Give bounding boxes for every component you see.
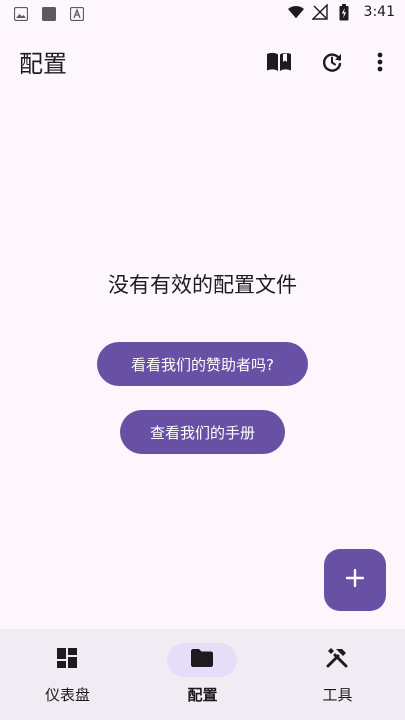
square-notification-icon <box>41 6 57 22</box>
book-icon <box>265 50 293 78</box>
status-time: 3:41 <box>363 4 395 20</box>
dashboard-icon <box>56 647 78 673</box>
view-manual-button[interactable]: 查看我们的手册 <box>120 410 285 454</box>
image-notification-icon <box>13 6 29 22</box>
wifi-icon <box>287 4 304 20</box>
nav-indicator <box>302 643 372 677</box>
nav-item-dashboard[interactable]: 仪表盘 <box>0 629 135 720</box>
nav-item-tools[interactable]: 工具 <box>270 629 405 720</box>
more-options-button[interactable] <box>364 48 396 80</box>
plus-icon <box>345 568 365 591</box>
bottom-navigation: 仪表盘 配置 工具 <box>0 629 405 720</box>
more-vert-icon <box>377 52 383 76</box>
nav-label-dashboard: 仪表盘 <box>44 686 90 704</box>
nav-label-config: 配置 <box>187 686 218 704</box>
refresh-history-icon <box>320 50 344 78</box>
add-profile-button[interactable] <box>324 549 386 611</box>
folder-icon <box>190 648 214 672</box>
battery-charging-icon <box>336 3 352 20</box>
status-bar: 3:41 <box>0 0 405 28</box>
nav-indicator-active <box>167 643 237 677</box>
sponsors-button[interactable]: 看看我们的赞助者吗? <box>97 342 308 386</box>
page-title: 配置 <box>19 50 67 78</box>
nav-indicator <box>32 643 102 677</box>
top-app-bar: 配置 <box>0 36 405 92</box>
nav-item-config[interactable]: 配置 <box>135 629 270 720</box>
update-button[interactable] <box>316 48 348 80</box>
font-notification-icon <box>69 6 85 22</box>
nav-label-tools: 工具 <box>322 686 353 704</box>
manual-button[interactable] <box>263 48 295 80</box>
tools-icon <box>325 646 349 674</box>
empty-state-message: 没有有效的配置文件 <box>108 273 297 297</box>
no-signal-icon <box>311 4 328 20</box>
